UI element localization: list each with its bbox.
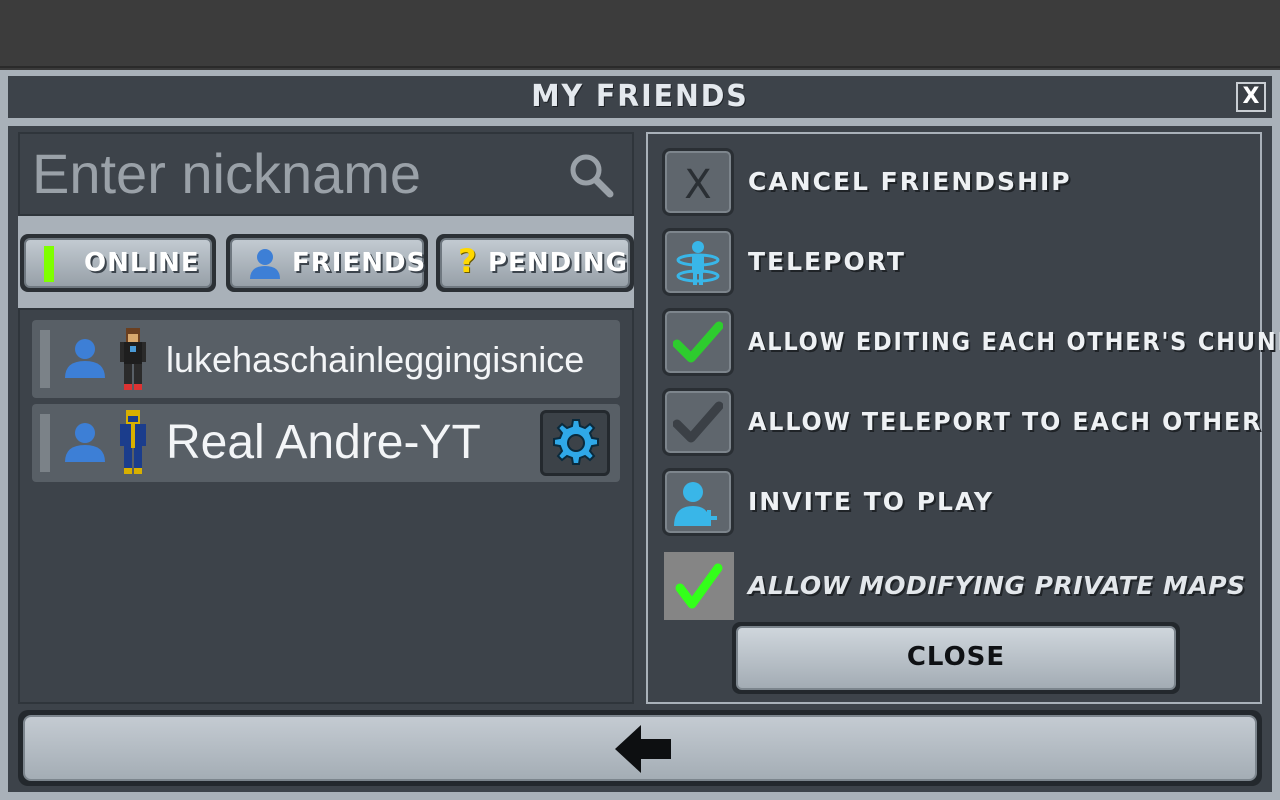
cancel-friendship-action[interactable]: X CANCEL FRIENDSHIP xyxy=(662,148,1252,216)
filter-tabs: ONLINE FRIENDS ? PENDING xyxy=(20,234,634,292)
tab-friends-label: FRIENDS xyxy=(292,248,427,278)
online-indicator-icon xyxy=(44,246,54,282)
tab-pending-label: PENDING xyxy=(488,248,628,278)
person-icon xyxy=(250,249,280,279)
private-maps-checkbox[interactable] xyxy=(664,552,734,620)
teleport-label: TELEPORT xyxy=(748,247,906,276)
teleport-action[interactable]: TELEPORT xyxy=(662,228,1252,296)
tab-pending[interactable]: ? PENDING xyxy=(436,234,634,292)
check-icon xyxy=(675,563,723,609)
dialog-body: MY FRIENDS X Enter nickname ONLINE FRIEN… xyxy=(8,76,1280,792)
tab-friends[interactable]: FRIENDS xyxy=(226,234,428,292)
player-skin-icon xyxy=(120,410,146,474)
search-input[interactable]: Enter nickname xyxy=(18,132,634,216)
allow-teleport-label: ALLOW TELEPORT TO EACH OTHER xyxy=(748,407,1263,436)
status-bar xyxy=(40,414,50,472)
dialog-close-button[interactable]: X xyxy=(1236,82,1266,112)
list-item[interactable]: Real Andre-YT xyxy=(32,404,620,482)
friends-list-panel: Enter nickname ONLINE FRIENDS ? PENDING … xyxy=(18,132,634,704)
friend-settings-button[interactable] xyxy=(540,410,610,476)
back-button[interactable] xyxy=(18,710,1262,786)
svg-text:X: X xyxy=(684,162,711,208)
allow-editing-chunks-action[interactable]: ALLOW EDITING EACH OTHER'S CHUNKS xyxy=(662,308,1280,376)
tab-online-label: ONLINE xyxy=(84,248,200,278)
teleport-button[interactable] xyxy=(662,228,734,296)
title-divider xyxy=(8,118,1272,126)
tab-online[interactable]: ONLINE xyxy=(20,234,216,292)
close-button[interactable]: CLOSE xyxy=(732,622,1180,694)
allow-teleport-checkbox[interactable] xyxy=(662,388,734,456)
search-placeholder: Enter nickname xyxy=(32,142,422,205)
back-arrow-icon xyxy=(615,725,671,773)
friends-dialog: MY FRIENDS X Enter nickname ONLINE FRIEN… xyxy=(0,70,1280,800)
friend-name: lukehaschainleggingisnice xyxy=(166,339,585,380)
list-item[interactable]: lukehaschainleggingisnice xyxy=(32,320,620,398)
player-skin-icon xyxy=(120,328,146,390)
gear-icon xyxy=(553,419,599,465)
allow-teleport-action[interactable]: ALLOW TELEPORT TO EACH OTHER xyxy=(662,388,1260,456)
teleport-icon xyxy=(676,241,720,285)
friend-actions-panel: X CANCEL FRIENDSHIP TELEPORT ALLOW EDITI… xyxy=(646,132,1280,704)
private-maps-label: ALLOW MODIFYING PRIVATE MAPS xyxy=(748,571,1246,600)
dialog-title: MY FRIENDS xyxy=(531,79,749,114)
close-button-label: CLOSE xyxy=(736,626,1176,690)
friends-list: lukehaschainleggingisnice Real Andre-YT xyxy=(18,308,634,704)
check-icon xyxy=(673,321,723,363)
top-bar xyxy=(0,0,1280,68)
person-icon xyxy=(65,339,105,378)
invite-to-play-button[interactable] xyxy=(662,468,734,536)
allow-editing-chunks-label: ALLOW EDITING EACH OTHER'S CHUNKS xyxy=(748,327,1280,356)
allow-editing-chunks-checkbox[interactable] xyxy=(662,308,734,376)
x-icon: X xyxy=(684,162,711,208)
cancel-friendship-button[interactable]: X xyxy=(662,148,734,216)
person-icon xyxy=(65,423,105,462)
invite-to-play-action[interactable]: INVITE TO PLAY xyxy=(662,468,1252,536)
check-icon xyxy=(673,401,723,443)
friend-name: Real Andre-YT xyxy=(166,416,481,469)
invite-to-play-label: INVITE TO PLAY xyxy=(748,487,995,516)
cancel-friendship-label: CANCEL FRIENDSHIP xyxy=(748,167,1072,196)
add-person-icon xyxy=(674,482,717,526)
status-bar xyxy=(40,330,50,388)
search-icon[interactable] xyxy=(568,152,614,198)
question-icon: ? xyxy=(458,242,477,280)
